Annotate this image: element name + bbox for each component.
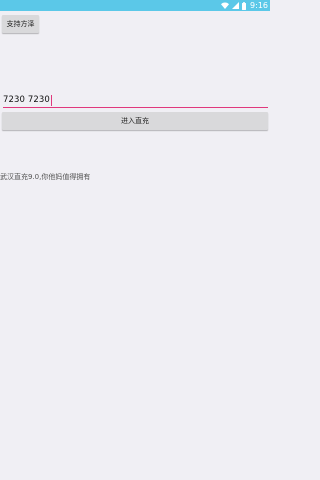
support-button[interactable]: 支持方泽	[2, 15, 39, 33]
status-icons: 9:16	[221, 0, 268, 11]
text-cursor	[50, 94, 52, 106]
code-input-value: 7230 7230	[3, 95, 50, 105]
enter-recharge-button[interactable]: 进入直充	[2, 112, 268, 130]
battery-icon	[242, 1, 247, 10]
wifi-icon	[221, 2, 230, 9]
status-bar: 9:16	[0, 0, 270, 11]
signal-icon	[232, 2, 240, 9]
footer-text: 武汉直充9.0,你他妈值得拥有	[0, 173, 91, 181]
status-time: 9:16	[250, 1, 268, 10]
code-input-field[interactable]: 7230 7230	[3, 93, 268, 108]
